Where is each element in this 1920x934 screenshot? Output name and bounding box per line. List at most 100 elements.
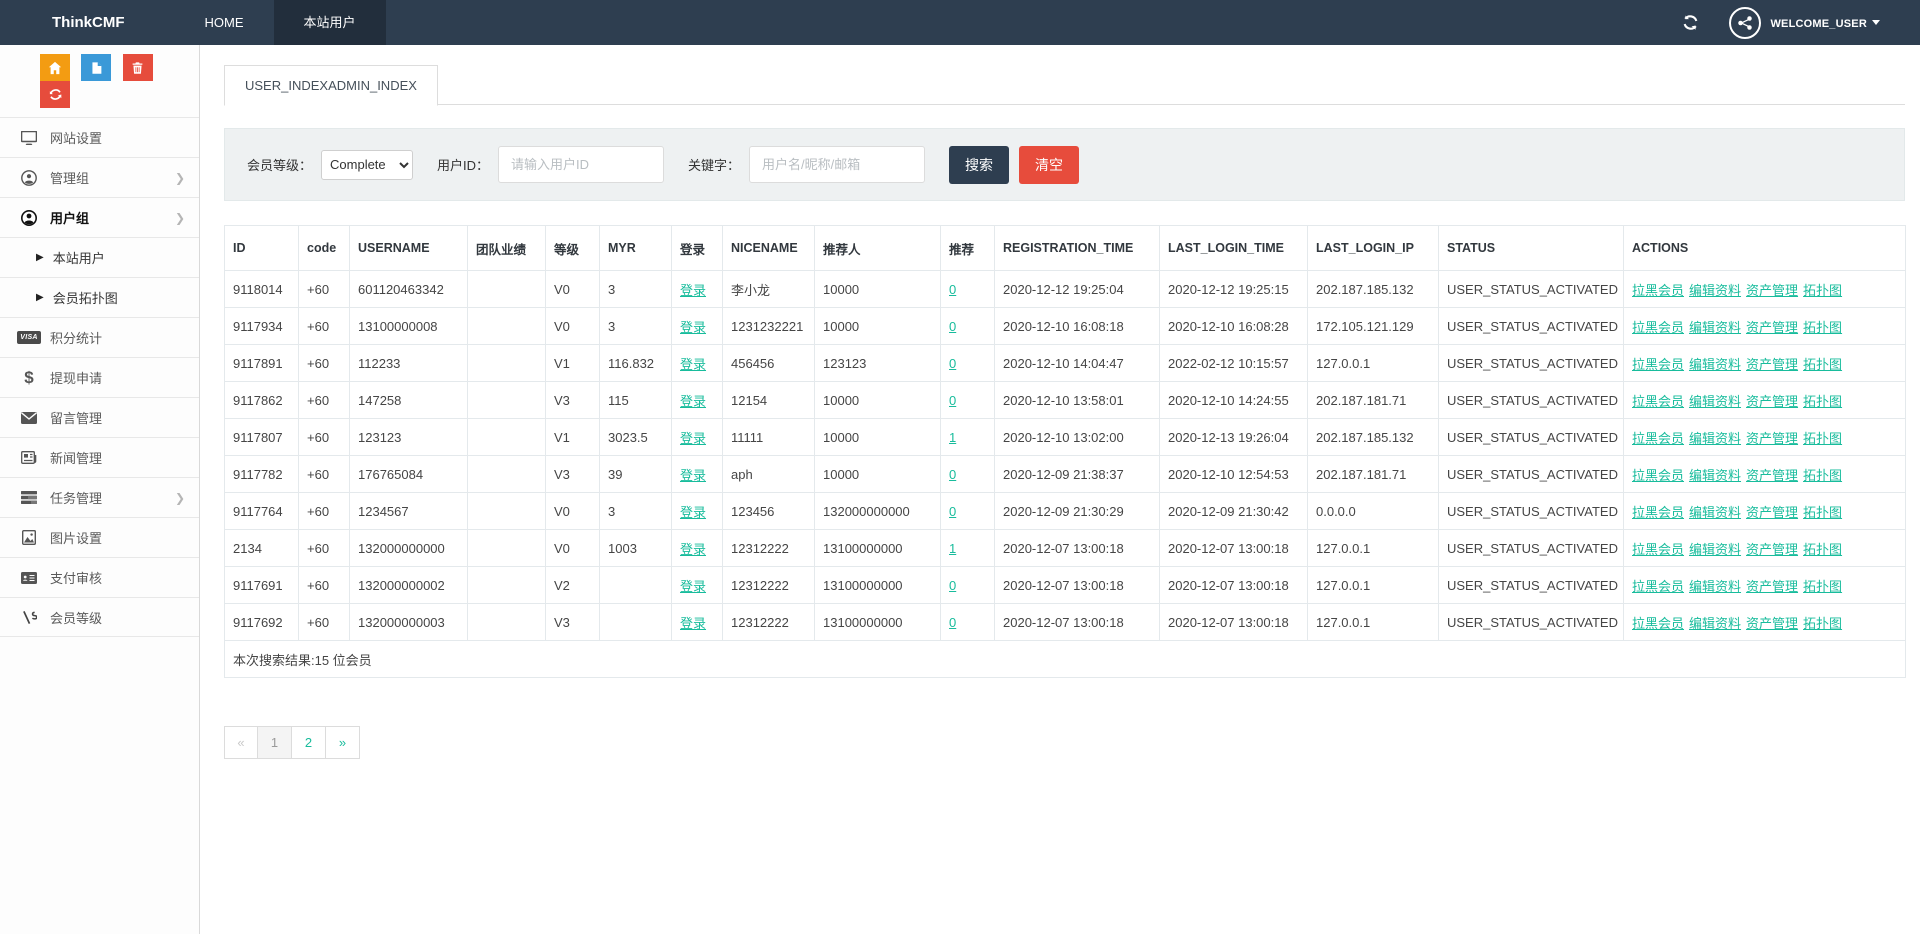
edit-profile-link[interactable]: 编辑资料: [1689, 468, 1741, 483]
clear-button[interactable]: 清空: [1019, 145, 1080, 184]
blacklist-member-link[interactable]: 拉黑会员: [1632, 283, 1684, 298]
referral-count-link[interactable]: 1: [949, 541, 956, 556]
login-as-user-link[interactable]: 登录: [680, 505, 706, 520]
edit-profile-link[interactable]: 编辑资料: [1689, 320, 1741, 335]
user-id-input[interactable]: [498, 146, 665, 183]
login-as-user-link[interactable]: 登录: [680, 320, 706, 335]
blacklist-member-link[interactable]: 拉黑会员: [1632, 579, 1684, 594]
trash-icon[interactable]: [122, 54, 153, 81]
topology-link[interactable]: 拓扑图: [1803, 394, 1842, 409]
sidebar-item-member-levels[interactable]: 会员等级: [0, 597, 199, 637]
page-prev-button[interactable]: «: [224, 726, 258, 759]
brand-logo[interactable]: ThinkCMF: [0, 0, 175, 45]
blacklist-member-link[interactable]: 拉黑会员: [1632, 616, 1684, 631]
home-icon[interactable]: [40, 54, 70, 81]
sidebar-item-points-stats[interactable]: VISA 积分统计: [0, 317, 199, 357]
login-as-user-link[interactable]: 登录: [680, 283, 706, 298]
sidebar-item-admin-group[interactable]: 管理组 ❯: [0, 157, 199, 197]
sidebar-item-payment-review[interactable]: 支付审核: [0, 557, 199, 597]
sidebar-item-messages[interactable]: 留言管理: [0, 397, 199, 437]
nav-item-home[interactable]: HOME: [175, 0, 274, 45]
sidebar-item-user-group[interactable]: 用户组 ❯: [0, 197, 199, 237]
login-as-user-link[interactable]: 登录: [680, 357, 706, 372]
blacklist-member-link[interactable]: 拉黑会员: [1632, 320, 1684, 335]
topology-link[interactable]: 拓扑图: [1803, 542, 1842, 557]
login-as-user-link[interactable]: 登录: [680, 542, 706, 557]
topology-link[interactable]: 拓扑图: [1803, 616, 1842, 631]
cell-id: 9117764: [224, 492, 299, 530]
login-as-user-link[interactable]: 登录: [680, 468, 706, 483]
topology-link[interactable]: 拓扑图: [1803, 579, 1842, 594]
sidebar-item-member-topology[interactable]: ▶ 会员拓扑图: [0, 277, 199, 317]
topology-link[interactable]: 拓扑图: [1803, 283, 1842, 298]
topology-link[interactable]: 拓扑图: [1803, 468, 1842, 483]
sidebar-item-tasks[interactable]: 任务管理 ❯: [0, 477, 199, 517]
topology-link[interactable]: 拓扑图: [1803, 320, 1842, 335]
topology-link[interactable]: 拓扑图: [1803, 357, 1842, 372]
asset-management-link[interactable]: 资产管理: [1746, 505, 1798, 520]
asset-management-link[interactable]: 资产管理: [1746, 283, 1798, 298]
edit-profile-link[interactable]: 编辑资料: [1689, 579, 1741, 594]
edit-profile-link[interactable]: 编辑资料: [1689, 394, 1741, 409]
asset-management-link[interactable]: 资产管理: [1746, 431, 1798, 446]
referral-count-link[interactable]: 0: [949, 504, 956, 519]
page-1-button[interactable]: 1: [258, 726, 292, 759]
asset-management-link[interactable]: 资产管理: [1746, 357, 1798, 372]
referral-count-link[interactable]: 0: [949, 467, 956, 482]
member-level-select[interactable]: Complete: [321, 149, 414, 180]
cell-reg_time: 2020-12-09 21:30:29: [994, 492, 1160, 530]
cell-status: USER_STATUS_ACTIVATED: [1438, 492, 1624, 530]
referral-count-link[interactable]: 0: [949, 282, 956, 297]
keyword-input[interactable]: [749, 146, 926, 183]
blacklist-member-link[interactable]: 拉黑会员: [1632, 542, 1684, 557]
edit-profile-link[interactable]: 编辑资料: [1689, 505, 1741, 520]
sidebar-item-site-settings[interactable]: 网站设置: [0, 117, 199, 157]
tab-user-indexadmin-index[interactable]: USER_INDEXADMIN_INDEX: [224, 65, 438, 106]
page-next-button[interactable]: »: [326, 726, 360, 759]
column-header: code: [298, 225, 350, 271]
cell-id: 9117891: [224, 344, 299, 382]
search-button[interactable]: 搜索: [949, 145, 1010, 184]
blacklist-member-link[interactable]: 拉黑会员: [1632, 357, 1684, 372]
edit-profile-link[interactable]: 编辑资料: [1689, 542, 1741, 557]
blacklist-member-link[interactable]: 拉黑会员: [1632, 431, 1684, 446]
refresh-icon[interactable]: [1682, 14, 1699, 31]
login-as-user-link[interactable]: 登录: [680, 431, 706, 446]
topology-link[interactable]: 拓扑图: [1803, 431, 1842, 446]
asset-management-link[interactable]: 资产管理: [1746, 579, 1798, 594]
referral-count-link[interactable]: 0: [949, 578, 956, 593]
referral-count-link[interactable]: 1: [949, 430, 956, 445]
edit-profile-link[interactable]: 编辑资料: [1689, 283, 1741, 298]
cell-code: +60: [298, 603, 350, 641]
referral-count-link[interactable]: 0: [949, 615, 956, 630]
sidebar-item-site-users[interactable]: ▶ 本站用户: [0, 237, 199, 277]
login-as-user-link[interactable]: 登录: [680, 394, 706, 409]
referral-count-link[interactable]: 0: [949, 356, 956, 371]
edit-profile-link[interactable]: 编辑资料: [1689, 616, 1741, 631]
login-as-user-link[interactable]: 登录: [680, 616, 706, 631]
cell-status: USER_STATUS_ACTIVATED: [1438, 418, 1624, 456]
sidebar-item-withdrawal[interactable]: $ 提现申请: [0, 357, 199, 397]
page-2-button[interactable]: 2: [292, 726, 326, 759]
asset-management-link[interactable]: 资产管理: [1746, 468, 1798, 483]
file-icon[interactable]: [81, 54, 112, 81]
referral-count-link[interactable]: 0: [949, 393, 956, 408]
asset-management-link[interactable]: 资产管理: [1746, 616, 1798, 631]
blacklist-member-link[interactable]: 拉黑会员: [1632, 394, 1684, 409]
asset-management-link[interactable]: 资产管理: [1746, 542, 1798, 557]
blacklist-member-link[interactable]: 拉黑会员: [1632, 468, 1684, 483]
edit-profile-link[interactable]: 编辑资料: [1689, 357, 1741, 372]
topology-link[interactable]: 拓扑图: [1803, 505, 1842, 520]
sidebar-item-image-settings[interactable]: 图片设置: [0, 517, 199, 557]
referral-count-link[interactable]: 0: [949, 319, 956, 334]
user-dropdown[interactable]: WELCOME_USER: [1770, 14, 1880, 32]
avatar[interactable]: [1729, 6, 1762, 39]
asset-management-link[interactable]: 资产管理: [1746, 394, 1798, 409]
nav-item-site-users[interactable]: 本站用户: [273, 0, 386, 45]
recycle-icon[interactable]: [40, 81, 70, 108]
login-as-user-link[interactable]: 登录: [680, 579, 706, 594]
edit-profile-link[interactable]: 编辑资料: [1689, 431, 1741, 446]
sidebar-item-news[interactable]: 新闻管理: [0, 437, 199, 477]
blacklist-member-link[interactable]: 拉黑会员: [1632, 505, 1684, 520]
asset-management-link[interactable]: 资产管理: [1746, 320, 1798, 335]
